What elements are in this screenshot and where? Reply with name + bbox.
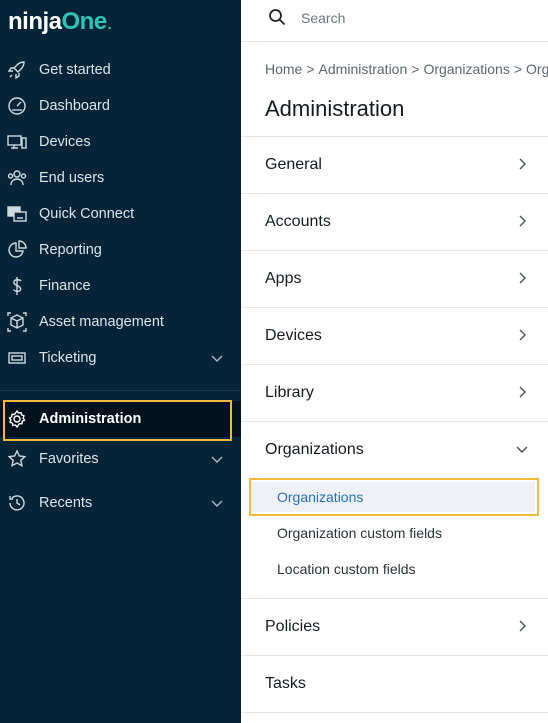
admin-section-label: Accounts [265,213,331,230]
sidebar-item-label: End users [39,170,105,186]
breadcrumb-current: Organizations [526,61,548,77]
chevron-right-icon [515,385,529,399]
chevron-down-icon[interactable] [210,452,224,466]
admin-section-label: Devices [265,327,322,344]
sidebar-item-label: Favorites [39,451,99,467]
sidebar-item-favorites[interactable]: Favorites [0,441,241,477]
rocket-icon [7,60,27,80]
chevron-down-icon[interactable] [210,351,224,365]
admin-section-accounts[interactable]: Accounts [241,194,548,251]
admin-section-label: Apps [265,270,302,287]
page-title: Administration [265,96,405,121]
admin-section-devices[interactable]: Devices [241,308,548,365]
sidebar-item-label: Devices [39,134,91,150]
sidebar-item-label: Administration [39,411,142,427]
history-icon [7,493,27,513]
devices-icon [7,132,27,152]
top-search-bar [241,0,548,42]
box-icon [7,312,27,332]
sidebar-item-devices[interactable]: Devices [0,124,241,160]
admin-section-library[interactable]: Library [241,365,548,422]
admin-section-label: Organizations [265,441,364,458]
gear-icon [7,409,27,429]
sub-item-organization-custom-fields[interactable]: Organization custom fields [277,525,442,541]
sidebar-item-label: Reporting [39,242,102,258]
sidebar-item-dashboard[interactable]: Dashboard [0,88,241,124]
breadcrumb-home[interactable]: Home [265,61,302,77]
gauge-icon [7,96,27,116]
logo-text-ninja: ninja [8,8,62,35]
sidebar-item-administration[interactable]: Administration [0,401,241,437]
admin-section-label: Tasks [265,675,306,692]
admin-section-label: Library [265,384,314,401]
sub-item-organizations[interactable]: Organizations [277,489,363,505]
breadcrumb-separator: > [411,61,420,77]
chevron-right-icon [515,328,529,342]
chevron-right-icon [515,157,529,171]
sidebar-item-quick-connect[interactable]: Quick Connect [0,196,241,232]
chevron-right-icon [515,619,529,633]
sidebar-item-label: Asset management [39,314,164,330]
admin-section-apps[interactable]: Apps [241,251,548,308]
admin-section-tasks[interactable]: Tasks [241,656,548,713]
users-icon [7,168,27,188]
chevron-down-icon[interactable] [210,496,224,510]
sidebar: ninja One. Get started Dashboard Devices … [0,0,241,723]
search-input[interactable] [301,8,531,28]
sidebar-item-label: Ticketing [39,350,97,366]
sidebar-item-asset-management[interactable]: Asset management [0,304,241,340]
admin-section-organizations[interactable]: Organizations [241,422,548,479]
logo-dot: . [107,16,112,32]
chevron-right-icon [515,214,529,228]
breadcrumb-separator: > [306,61,315,77]
ninjaone-logo[interactable]: ninja One. [8,8,112,36]
sidebar-item-label: Quick Connect [39,206,135,222]
search-icon[interactable] [268,8,286,26]
chevron-right-icon [515,271,529,285]
sidebar-item-get-started[interactable]: Get started [0,52,241,88]
sidebar-item-ticketing[interactable]: Ticketing [0,340,241,376]
breadcrumb-organizations[interactable]: Organizations [423,61,509,77]
sidebar-divider [0,390,241,391]
sidebar-item-label: Dashboard [39,98,110,114]
logo-text-one: One [61,8,108,35]
sub-item-location-custom-fields[interactable]: Location custom fields [277,561,416,577]
sidebar-item-label: Get started [39,62,111,78]
admin-section-policies[interactable]: Policies [241,599,548,656]
breadcrumb: Home>Administration>Organizations>Organi… [265,61,548,77]
sidebar-item-reporting[interactable]: Reporting [0,232,241,268]
admin-section-label: General [265,156,322,173]
admin-section-general[interactable]: General [241,137,548,194]
breadcrumb-separator: > [513,61,523,77]
breadcrumb-administration[interactable]: Administration [319,61,408,77]
admin-section-label: Policies [265,618,321,635]
quick-connect-icon [7,204,27,224]
dollar-icon [7,276,27,296]
pie-chart-icon [7,240,27,260]
sidebar-item-finance[interactable]: Finance [0,268,241,304]
star-icon [7,449,27,469]
sidebar-item-recents[interactable]: Recents [0,485,241,521]
sidebar-item-end-users[interactable]: End users [0,160,241,196]
chevron-down-icon [515,442,529,456]
ticket-icon [7,348,27,368]
sidebar-item-label: Finance [39,278,91,294]
sidebar-item-label: Recents [39,495,93,511]
